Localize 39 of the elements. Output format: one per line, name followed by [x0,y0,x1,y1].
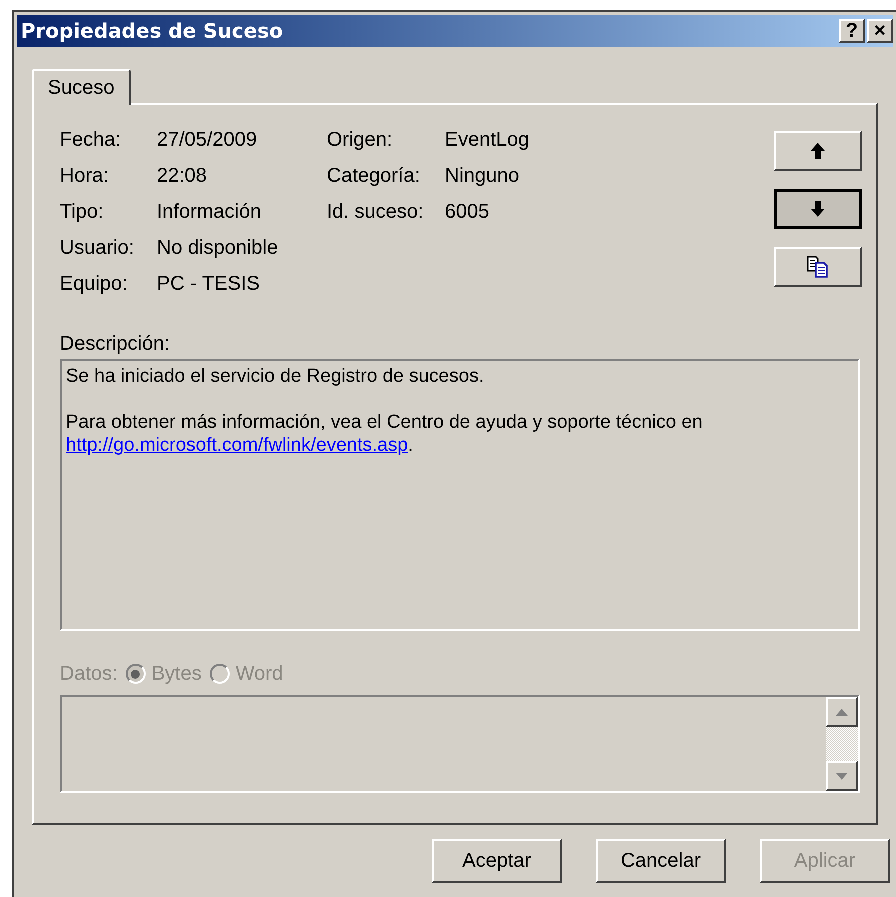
field-label: Origen: [327,128,394,153]
field-label: Tipo: [60,200,105,225]
field-label: Categoría: [327,164,422,189]
field-label: Hora: [60,164,110,189]
down-triangle-icon [836,772,848,780]
description-text: Se ha iniciado el servicio de Registro de sucesos. [66,365,486,388]
help-link[interactable]: http://go.microsoft.com/fwlink/events.asp [66,435,408,456]
move-up-button[interactable] [774,131,862,171]
field-value: 22:08 [157,164,208,189]
caption-button[interactable]: × [867,19,893,43]
tab[interactable]: Suceso [32,69,131,105]
field-value: Información [157,200,262,225]
scroll-up-button[interactable] [826,697,858,727]
window-title: Propiedades de Suceso [21,18,284,45]
down-arrow-icon [811,201,825,217]
up-arrow-icon [811,143,825,159]
field-value: PC - TESIS [157,272,261,297]
field-value: 27/05/2009 [157,128,258,153]
description-text: Para obtener más información, vea el Centro de ayuda y soporte técnico en [66,411,704,434]
copy-icon [807,256,829,278]
description-label: Descripción: [60,332,172,357]
field-value: 6005 [445,200,490,225]
dialog-button[interactable]: Aceptar [432,839,562,883]
field-label: Usuario: [60,236,136,261]
scroll-down-button[interactable] [826,761,858,791]
description-text: http://go.microsoft.com/fwlink/events.asp. [66,434,414,457]
field-value: Ninguno [445,164,521,189]
up-triangle-icon [836,708,848,716]
field-value: No disponible [157,236,280,261]
data-label: Datos: [60,662,118,687]
scrollbar[interactable] [826,697,858,791]
caption-button[interactable]: ? [839,19,865,43]
field-label: Fecha: [60,128,122,153]
copy-button[interactable] [774,247,862,287]
move-down-button[interactable] [774,189,862,229]
field-value: EventLog [445,128,531,153]
field-label: Id. suceso: [327,200,425,225]
field-label: Equipo: [60,272,129,297]
dialog-button[interactable]: Cancelar [596,839,726,883]
